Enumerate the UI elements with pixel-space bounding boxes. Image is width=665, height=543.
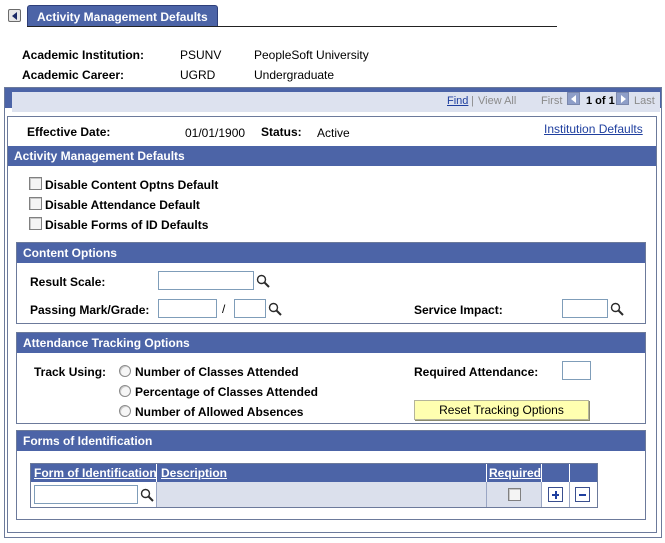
tab-divider (27, 26, 557, 27)
content-options-title: Content Options (23, 246, 117, 260)
delete-row-icon[interactable] (575, 487, 590, 502)
amd-section-title: Activity Management Defaults (14, 149, 185, 163)
attendance-header: Attendance Tracking Options (17, 333, 645, 353)
disable-content-optns-checkbox[interactable] (29, 177, 42, 190)
find-link[interactable]: Find (447, 95, 468, 107)
last-label[interactable]: Last (634, 95, 655, 107)
passing-mark-label: Passing Mark/Grade: (30, 303, 150, 317)
grid-header-row: Form of Identification Description Requi… (31, 464, 597, 482)
header-divider (156, 464, 157, 482)
forms-of-id-title: Forms of Identification (23, 434, 153, 448)
institution-name: PeopleSoft University (254, 48, 369, 62)
col-form-of-identification[interactable]: Form of Identification (34, 466, 157, 480)
radio-allowed-absences-label: Number of Allowed Absences (135, 405, 304, 419)
page-tab[interactable]: Activity Management Defaults (27, 5, 218, 27)
passing-mark-separator: / (222, 302, 226, 316)
result-scale-label: Result Scale: (30, 275, 106, 289)
disable-attendance-label: Disable Attendance Default (45, 198, 200, 212)
navigation-bar (12, 92, 660, 112)
required-attendance-input[interactable] (562, 361, 591, 380)
nav-separator: | (471, 95, 474, 107)
disable-attendance-checkbox[interactable] (29, 197, 42, 210)
header-divider (486, 464, 487, 482)
result-scale-input[interactable] (158, 271, 254, 290)
radio-percentage-attended[interactable] (119, 385, 131, 397)
institution-label: Academic Institution: (22, 48, 145, 62)
career-name: Undergraduate (254, 68, 335, 82)
next-icon[interactable] (616, 92, 629, 105)
reset-tracking-options-button[interactable]: Reset Tracking Options (414, 400, 589, 420)
first-label[interactable]: First (541, 95, 562, 107)
effective-date-value: 01/01/1900 (185, 126, 246, 140)
institution-defaults-link[interactable]: Institution Defaults (544, 122, 643, 136)
track-using-label: Track Using: (34, 365, 107, 379)
page-tab-label: Activity Management Defaults (37, 10, 208, 24)
radio-classes-attended-label: Number of Classes Attended (135, 365, 299, 379)
passing-grade-lookup-icon[interactable] (268, 302, 282, 316)
passing-grade-input[interactable] (234, 299, 266, 318)
description-cell (157, 482, 486, 507)
service-impact-lookup-icon[interactable] (610, 302, 624, 316)
header-divider (569, 464, 570, 482)
col-required[interactable]: Required (489, 466, 541, 480)
required-attendance-label: Required Attendance: (414, 365, 539, 379)
status-label: Status: (261, 125, 302, 139)
radio-allowed-absences[interactable] (119, 405, 131, 417)
row-position: 1 of 1 (586, 95, 615, 107)
career-label: Academic Career: (22, 68, 125, 82)
row-divider (569, 482, 570, 507)
service-impact-input[interactable] (562, 299, 608, 318)
form-of-id-lookup-icon[interactable] (140, 488, 154, 502)
collapse-arrow-icon[interactable] (8, 9, 21, 22)
effective-date-label: Effective Date: (27, 125, 111, 139)
attendance-title: Attendance Tracking Options (23, 336, 190, 350)
required-checkbox[interactable] (508, 488, 521, 501)
career-code: UGRD (180, 68, 216, 82)
service-impact-label: Service Impact: (414, 303, 503, 317)
view-all-link[interactable]: View All (478, 95, 516, 107)
disable-content-optns-label: Disable Content Optns Default (45, 178, 219, 192)
header-divider (541, 464, 542, 482)
reset-tracking-options-label: Reset Tracking Options (439, 403, 564, 417)
add-row-icon[interactable] (548, 487, 563, 502)
disable-forms-of-id-checkbox[interactable] (29, 217, 42, 230)
row-divider (486, 482, 487, 507)
form-of-id-input[interactable] (34, 485, 138, 504)
col-description[interactable]: Description (161, 466, 227, 480)
row-divider (156, 482, 157, 507)
row-divider (541, 482, 542, 507)
amd-section-header: Activity Management Defaults (8, 146, 656, 166)
previous-icon[interactable] (567, 92, 580, 105)
forms-of-id-header: Forms of Identification (17, 431, 645, 451)
passing-mark-input[interactable] (158, 299, 217, 318)
result-scale-lookup-icon[interactable] (256, 274, 270, 288)
institution-code: PSUNV (180, 48, 222, 62)
radio-percentage-attended-label: Percentage of Classes Attended (135, 385, 318, 399)
radio-classes-attended[interactable] (119, 365, 131, 377)
status-value: Active (317, 126, 350, 140)
disable-forms-of-id-label: Disable Forms of ID Defaults (45, 218, 209, 232)
content-options-header: Content Options (17, 243, 645, 263)
